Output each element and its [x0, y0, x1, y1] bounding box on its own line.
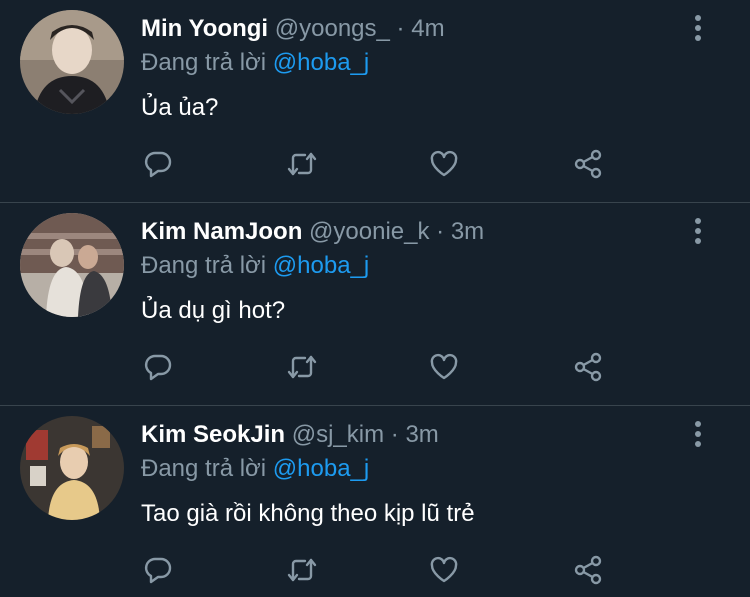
tweet-text: Ủa dụ gì hot?	[141, 297, 286, 324]
more-options-icon[interactable]	[692, 14, 704, 42]
display-name[interactable]: Kim NamJoon	[141, 218, 302, 245]
like-icon[interactable]	[426, 349, 462, 385]
retweet-icon[interactable]	[284, 349, 320, 385]
separator-dot: ·	[396, 15, 405, 42]
separator-dot: ·	[390, 421, 399, 448]
share-icon[interactable]	[570, 349, 606, 385]
share-icon[interactable]	[570, 552, 606, 588]
share-icon[interactable]	[570, 146, 606, 182]
retweet-icon[interactable]	[284, 552, 320, 588]
action-bar	[140, 552, 620, 588]
avatar[interactable]	[20, 213, 124, 317]
tweet[interactable]: Kim SeokJin @sj_kim · 3m Đang trả lời @h…	[0, 406, 750, 597]
replying-prefix: Đang trả lời	[141, 455, 267, 482]
tweet-text: Tao già rồi không theo kịp lũ trẻ	[141, 500, 475, 527]
replying-mention[interactable]: @hoba_j	[273, 49, 369, 76]
replying-prefix: Đang trả lời	[141, 252, 267, 279]
action-bar	[140, 349, 620, 385]
reply-icon[interactable]	[140, 349, 176, 385]
replying-prefix: Đang trả lời	[141, 49, 267, 76]
reply-icon[interactable]	[140, 552, 176, 588]
separator-dot: ·	[436, 218, 445, 245]
timestamp[interactable]: 4m	[411, 15, 444, 42]
user-handle[interactable]: @yoongs_	[275, 15, 390, 42]
user-handle[interactable]: @sj_kim	[292, 421, 384, 448]
replying-mention[interactable]: @hoba_j	[273, 455, 369, 482]
timestamp[interactable]: 3m	[451, 218, 484, 245]
tweet-header: Kim NamJoon @yoonie_k · 3m	[141, 217, 484, 247]
replying-mention[interactable]: @hoba_j	[273, 252, 369, 279]
tweet[interactable]: Min Yoongi @yoongs_ · 4m Đang trả lời @h…	[0, 0, 750, 203]
tweet[interactable]: Kim NamJoon @yoonie_k · 3m Đang trả lời …	[0, 203, 750, 406]
action-bar	[140, 146, 620, 182]
like-icon[interactable]	[426, 146, 462, 182]
user-handle[interactable]: @yoonie_k	[309, 218, 429, 245]
more-options-icon[interactable]	[692, 420, 704, 448]
avatar-photo	[20, 416, 124, 520]
tweet-text: Ủa ủa?	[141, 94, 219, 121]
avatar-photo	[20, 213, 124, 317]
tweet-header: Kim SeokJin @sj_kim · 3m	[141, 420, 439, 450]
tweet-header: Min Yoongi @yoongs_ · 4m	[141, 14, 445, 44]
reply-feed: Min Yoongi @yoongs_ · 4m Đang trả lời @h…	[0, 0, 750, 597]
replying-to: Đang trả lời @hoba_j	[141, 454, 369, 484]
retweet-icon[interactable]	[284, 146, 320, 182]
like-icon[interactable]	[426, 552, 462, 588]
avatar[interactable]	[20, 10, 124, 114]
display-name[interactable]: Kim SeokJin	[141, 421, 285, 448]
replying-to: Đang trả lời @hoba_j	[141, 251, 369, 281]
avatar[interactable]	[20, 416, 124, 520]
timestamp[interactable]: 3m	[405, 421, 438, 448]
more-options-icon[interactable]	[692, 217, 704, 245]
replying-to: Đang trả lời @hoba_j	[141, 48, 369, 78]
avatar-photo	[20, 10, 124, 114]
reply-icon[interactable]	[140, 146, 176, 182]
display-name[interactable]: Min Yoongi	[141, 15, 268, 42]
